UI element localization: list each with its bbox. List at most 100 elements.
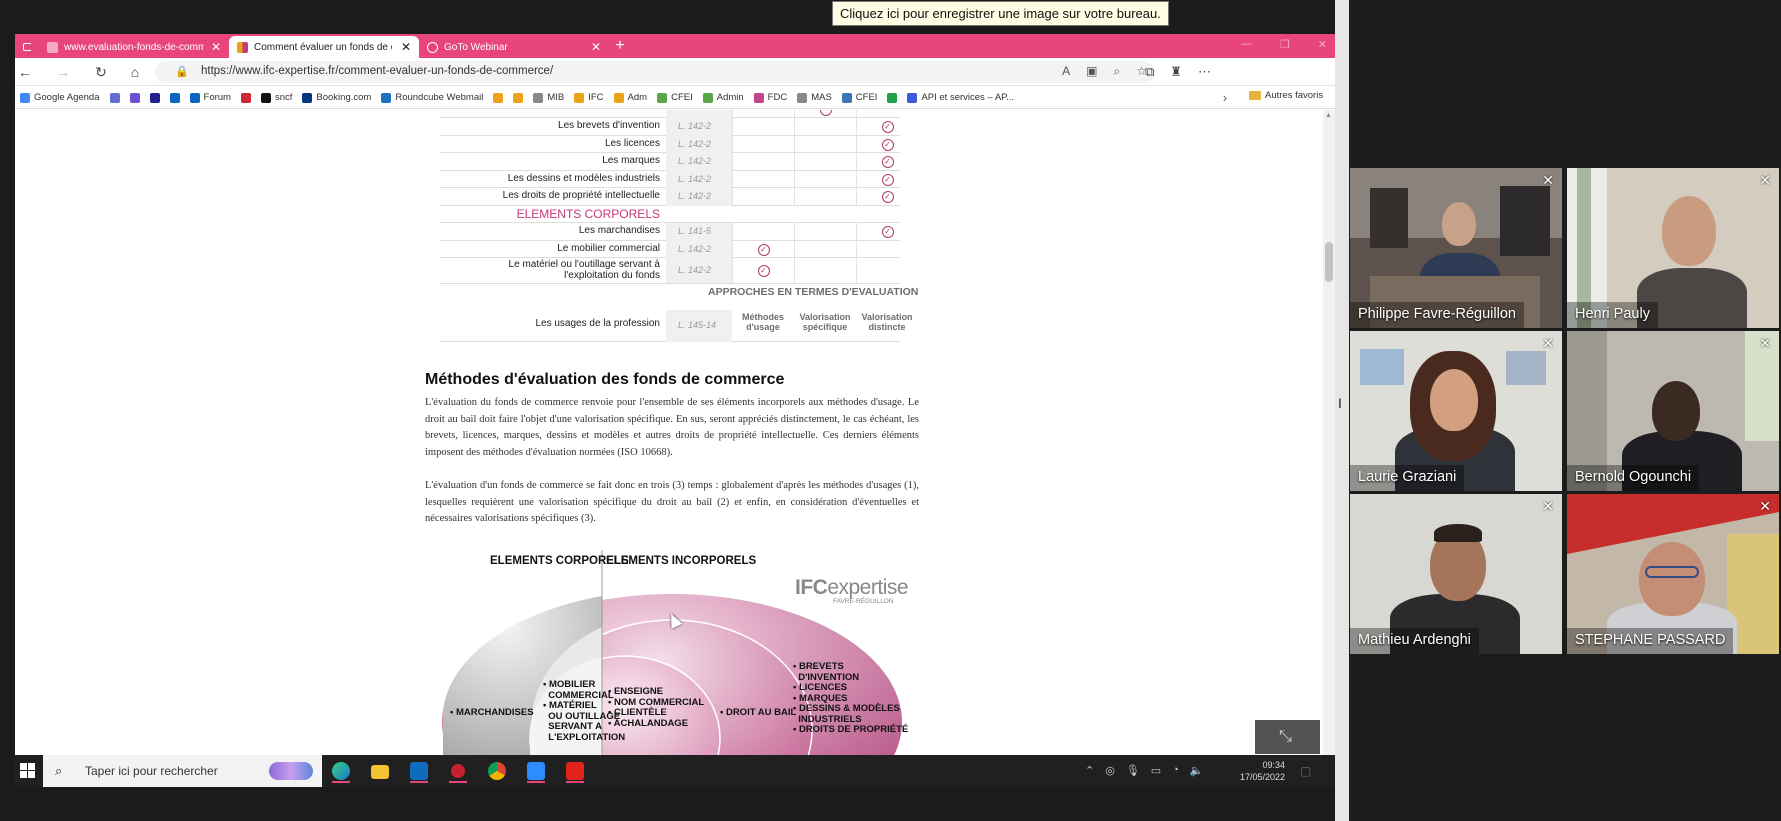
clock[interactable]: 09:34 17/05/2022: [1235, 759, 1285, 783]
read-aloud-icon[interactable]: A: [1062, 64, 1070, 79]
tab-title: www.evaluation-fonds-de-comm: [64, 41, 204, 53]
bookmark-item[interactable]: Booking.com: [297, 92, 376, 103]
chevron-up-icon[interactable]: ⌃: [1085, 764, 1094, 777]
collapse-view-button[interactable]: ⤡: [1255, 720, 1320, 754]
participant-tile[interactable]: Laurie Graziani — ✕: [1350, 331, 1562, 491]
bookmark-item[interactable]: Google Agenda: [15, 92, 105, 103]
method-cell: ✓: [856, 170, 918, 188]
minimize-icon[interactable]: —: [1522, 335, 1534, 349]
method-header: Méthodes d'usage: [741, 312, 784, 332]
save-image-tooltip[interactable]: Cliquez ici pour enregistrer une image s…: [832, 1, 1169, 26]
bookmark-item[interactable]: Forum: [185, 92, 236, 103]
bookmark-item[interactable]: [165, 92, 185, 103]
microphone-icon[interactable]: 🎙: [1126, 764, 1140, 777]
search-highlight-icon[interactable]: [269, 762, 313, 780]
bookmark-item[interactable]: MIB: [528, 92, 569, 103]
meet-now-icon[interactable]: ◎: [1105, 764, 1115, 777]
bookmark-item[interactable]: Adm: [609, 92, 653, 103]
bookmark-item[interactable]: Admin: [698, 92, 749, 103]
participant-tile[interactable]: STEPHANE PASSARD ✕: [1567, 494, 1779, 654]
close-icon[interactable]: ✕: [1759, 498, 1771, 515]
windows-start-icon[interactable]: [20, 763, 35, 778]
bookmark-item[interactable]: [488, 92, 508, 103]
zoom-taskbar-icon[interactable]: [523, 759, 549, 783]
home-icon[interactable]: ⌂: [125, 63, 145, 81]
notification-icon[interactable]: ▢: [1300, 764, 1311, 778]
tab-goto-webinar[interactable]: GoTo Webinar ✕: [419, 36, 609, 58]
method-cell: [794, 223, 856, 241]
vertical-scrollbar[interactable]: ▲: [1323, 110, 1335, 755]
participant-tile[interactable]: Bernold Ogounchi ✕: [1567, 331, 1779, 491]
chrome-taskbar-icon[interactable]: [484, 759, 510, 783]
minimize-icon[interactable]: —: [1241, 38, 1252, 51]
bookmark-item[interactable]: CFEI: [652, 92, 698, 103]
acrobat-taskbar-icon[interactable]: [562, 759, 588, 783]
bookmark-icon: [189, 92, 200, 103]
bookmarks-bar: Google Agenda Forum sncf Booking.com Roundcu…: [15, 87, 1335, 109]
lock-icon[interactable]: 🔒: [175, 65, 189, 78]
bookmark-label: Admin: [716, 92, 744, 103]
reader-icon[interactable]: ▣: [1086, 64, 1097, 79]
bookmark-icon: [240, 92, 251, 103]
bookmark-item[interactable]: [236, 92, 256, 103]
tab-evaluation-fonds[interactable]: www.evaluation-fonds-de-comm ✕: [39, 36, 229, 58]
bookmark-item[interactable]: [508, 92, 528, 103]
edge-taskbar-icon[interactable]: [328, 759, 354, 783]
bookmark-item[interactable]: [145, 92, 165, 103]
network-icon[interactable]: ◔: [1172, 764, 1179, 777]
bookmark-item[interactable]: Roundcube Webmail: [376, 92, 488, 103]
bookmark-item[interactable]: FDC: [749, 92, 793, 103]
close-icon[interactable]: ✕: [1542, 335, 1554, 352]
webpage-content[interactable]: Le droit au bailLes brevets d'inventionL…: [15, 110, 1335, 755]
tab-actions-icon[interactable]: [15, 36, 31, 58]
close-icon[interactable]: ✕: [1542, 172, 1554, 189]
bookmark-item[interactable]: [125, 92, 145, 103]
bookmark-item[interactable]: [105, 92, 125, 103]
new-tab-icon[interactable]: +: [609, 36, 631, 56]
back-icon[interactable]: ←: [15, 63, 35, 81]
bookmark-item[interactable]: sncf: [256, 92, 297, 103]
refresh-icon[interactable]: ↻: [91, 63, 111, 81]
close-icon[interactable]: ✕: [1759, 172, 1771, 189]
battery-icon[interactable]: ▭: [1151, 764, 1161, 777]
close-icon[interactable]: ✕: [401, 40, 411, 54]
tab-comment-evaluer[interactable]: Comment évaluer un fonds de co ✕: [229, 36, 419, 58]
close-icon[interactable]: ✕: [211, 40, 221, 54]
participant-tile[interactable]: Philippe Favre-Réguillon ✕: [1350, 168, 1562, 328]
bookmark-item[interactable]: API et services – AP...: [902, 92, 1019, 103]
scroll-thumb[interactable]: [1325, 242, 1333, 282]
panel-divider[interactable]: |||: [1335, 0, 1349, 821]
extension-icon[interactable]: ♜: [1170, 64, 1182, 80]
chevron-right-icon[interactable]: ›: [1223, 91, 1227, 105]
collections-icon[interactable]: ⧉: [1145, 64, 1154, 80]
close-window-icon[interactable]: ✕: [1318, 38, 1327, 51]
url-field[interactable]: 🔒 https://www.ifc-expertise.fr/comment-e…: [155, 61, 1155, 83]
scroll-up-icon[interactable]: ▲: [1325, 112, 1332, 119]
taskbar-search-box[interactable]: ⌕ Taper ici pour rechercher: [43, 755, 322, 787]
bookmark-item[interactable]: IFC: [569, 92, 608, 103]
zoom-icon[interactable]: ⌕: [1114, 64, 1121, 79]
participant-tile[interactable]: Mathieu Ardenghi ✕: [1350, 494, 1562, 654]
close-icon[interactable]: ✕: [1542, 498, 1554, 515]
outlook-taskbar-icon[interactable]: [406, 759, 432, 783]
section-heading: Méthodes d'évaluation des fonds de comme…: [425, 371, 785, 388]
other-favorites[interactable]: Autres favoris: [1249, 90, 1323, 101]
close-icon[interactable]: ✕: [1759, 335, 1771, 352]
bookmark-item[interactable]: [882, 92, 902, 103]
bookmark-item[interactable]: CFEI: [837, 92, 883, 103]
approaches-header: APPROCHES EN TERMES D'EVALUATION: [708, 286, 919, 298]
forward-icon[interactable]: →: [53, 63, 73, 81]
close-icon[interactable]: ✕: [591, 40, 601, 54]
snipping-taskbar-icon[interactable]: [445, 759, 471, 783]
maximize-icon[interactable]: ❐: [1280, 38, 1290, 51]
table-row: Les marques L. 142-2 ✓: [440, 153, 900, 171]
usages-row: Les usages de la profession L. 145-14 Mé…: [440, 310, 913, 342]
more-icon[interactable]: ⋯: [1198, 64, 1211, 80]
bookmark-item[interactable]: MAS: [792, 92, 837, 103]
bookmark-icon: [613, 92, 624, 103]
table-row: Les dessins et modèles industriels L. 142…: [440, 170, 900, 188]
file-explorer-taskbar-icon[interactable]: [367, 759, 393, 783]
volume-icon[interactable]: 🔈: [1190, 764, 1204, 777]
participant-tile[interactable]: Henri Pauly ✕: [1567, 168, 1779, 328]
bookmark-icon: [574, 92, 585, 103]
